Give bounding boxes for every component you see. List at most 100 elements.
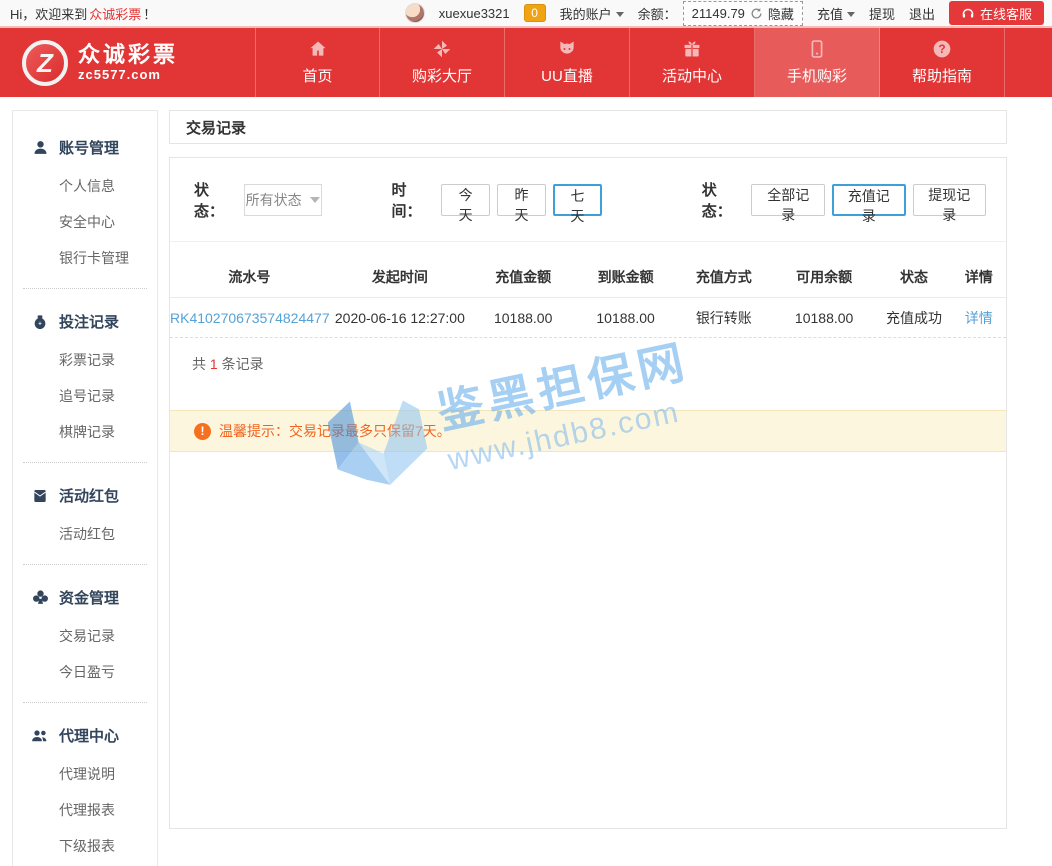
page-title: 交易记录 bbox=[169, 110, 1007, 144]
balance-value: 21149.79 bbox=[692, 6, 745, 21]
cell-serial[interactable]: RK410270673574824477 bbox=[170, 310, 329, 326]
cell-balance: 10188.00 bbox=[772, 310, 877, 326]
sidebar-section-agent-center[interactable]: 代理中心 bbox=[13, 715, 157, 756]
users-icon bbox=[31, 727, 49, 745]
nav-item-mobile-lottery[interactable]: 手机购彩 bbox=[755, 28, 880, 97]
pinwheel-icon bbox=[432, 39, 452, 59]
my-account-label: 我的账户 bbox=[560, 4, 612, 23]
question-icon: ? bbox=[932, 39, 952, 59]
sidebar-item[interactable]: 棋牌记录 bbox=[13, 414, 157, 450]
nav-item-label: UU直播 bbox=[541, 65, 593, 86]
sidebar-section-title: 投注记录 bbox=[59, 311, 119, 332]
nav-item-home[interactable]: 首页 bbox=[255, 28, 380, 97]
records-panel: 状态： 所有状态 时间： 今天昨天七天 状态： 全部记录充值记录提现记录 流水号… bbox=[169, 157, 1007, 829]
warning-icon: ! bbox=[194, 423, 211, 440]
caret-down-icon bbox=[310, 197, 320, 203]
nav-item-activity-center[interactable]: 活动中心 bbox=[630, 28, 755, 97]
sidebar-item[interactable]: 追号记录 bbox=[13, 378, 157, 414]
phone-icon bbox=[807, 39, 827, 59]
time-filter-yesterday[interactable]: 昨天 bbox=[497, 184, 546, 216]
username[interactable]: xuexue3321 bbox=[439, 6, 510, 21]
time-filter-seven-days[interactable]: 七天 bbox=[553, 184, 602, 216]
gift-icon bbox=[682, 39, 702, 59]
online-service-button[interactable]: 在线客服 bbox=[949, 1, 1044, 25]
sidebar-item[interactable]: 银行卡管理 bbox=[13, 240, 157, 276]
nav-item-label: 帮助指南 bbox=[912, 65, 972, 86]
table-header: 流水号发起时间充值金额到账金额充值方式可用余额状态详情 bbox=[170, 256, 1006, 298]
hide-balance-toggle[interactable]: 隐藏 bbox=[768, 4, 794, 23]
recharge-label: 充值 bbox=[817, 4, 843, 23]
cell-detail[interactable]: 详情 bbox=[952, 308, 1006, 328]
nav-item-label: 活动中心 bbox=[662, 65, 722, 86]
sidebar-item[interactable]: 今日盈亏 bbox=[13, 654, 157, 690]
nav-item-uu-live[interactable]: UU直播 bbox=[505, 28, 630, 97]
home-icon bbox=[308, 39, 328, 59]
site-logo[interactable]: Z 众诚彩票 zc5577.com bbox=[0, 28, 255, 97]
table-header-cell: 充值方式 bbox=[676, 267, 772, 287]
greeting-prefix: Hi，欢迎来到 bbox=[10, 4, 87, 23]
topbar: Hi，欢迎来到 众诚彩票 ！ xuexue3321 0 我的账户 余额： 211… bbox=[0, 0, 1052, 28]
divider bbox=[23, 702, 147, 703]
sidebar-item[interactable]: 代理报表 bbox=[13, 792, 157, 828]
sidebar-item[interactable]: 活动红包 bbox=[13, 516, 157, 552]
type-filter-all-records[interactable]: 全部记录 bbox=[751, 184, 825, 216]
logout-link[interactable]: 退出 bbox=[909, 4, 935, 23]
balance-label: 余额： bbox=[638, 4, 677, 23]
nav-item-help-guide[interactable]: ? 帮助指南 bbox=[880, 28, 1005, 97]
table-header-cell: 发起时间 bbox=[329, 267, 471, 287]
club-icon bbox=[31, 589, 49, 606]
summary-prefix: 共 bbox=[192, 356, 210, 372]
main-content: 交易记录 状态： 所有状态 时间： 今天昨天七天 状态： 全部记录充值记录提现记… bbox=[169, 110, 1007, 829]
notice-text: 温馨提示：交易记录最多只保留7天。 bbox=[219, 421, 451, 441]
status-dropdown[interactable]: 所有状态 bbox=[244, 184, 322, 216]
sidebar-section-funds[interactable]: 资金管理 bbox=[13, 577, 157, 618]
nav-item-lottery-hall[interactable]: 购彩大厅 bbox=[380, 28, 505, 97]
cat-icon bbox=[557, 39, 577, 59]
sidebar-item[interactable]: 安全中心 bbox=[13, 204, 157, 240]
avatar[interactable] bbox=[405, 3, 425, 23]
cell-time: 2020-06-16 12:27:00 bbox=[329, 310, 471, 326]
moneybag-icon: + bbox=[31, 314, 49, 330]
type-filter-label: 状态： bbox=[702, 179, 742, 221]
summary-suffix: 条记录 bbox=[218, 356, 264, 372]
sidebar-section-betting-records[interactable]: + 投注记录 bbox=[13, 301, 157, 342]
type-filter-withdraw-records[interactable]: 提现记录 bbox=[913, 184, 987, 216]
sidebar-section-red-packet[interactable]: 活动红包 bbox=[13, 475, 157, 516]
chevron-down-icon bbox=[847, 12, 855, 17]
cell-method: 银行转账 bbox=[676, 308, 772, 328]
sidebar: 账号管理个人信息安全中心银行卡管理+投注记录彩票记录追号记录棋牌记录活动红包活动… bbox=[12, 110, 158, 866]
welcome-message: Hi，欢迎来到 众诚彩票 ！ bbox=[10, 4, 156, 23]
refresh-icon[interactable] bbox=[750, 7, 763, 20]
nav-item-label: 购彩大厅 bbox=[412, 65, 472, 86]
table-header-cell: 状态 bbox=[876, 267, 951, 287]
sidebar-item[interactable]: 代理说明 bbox=[13, 756, 157, 792]
sidebar-item[interactable]: 下级报表 bbox=[13, 828, 157, 864]
time-filter-label: 时间： bbox=[392, 179, 432, 221]
message-count-badge[interactable]: 0 bbox=[524, 4, 546, 22]
filter-bar: 状态： 所有状态 时间： 今天昨天七天 状态： 全部记录充值记录提现记录 bbox=[170, 158, 1006, 242]
nav-item-label: 手机购彩 bbox=[787, 65, 847, 86]
cell-received: 10188.00 bbox=[575, 310, 675, 326]
greeting-suffix: ！ bbox=[143, 4, 156, 23]
time-filter-today[interactable]: 今天 bbox=[441, 184, 490, 216]
recharge-menu[interactable]: 充值 bbox=[817, 4, 855, 23]
sidebar-section-title: 活动红包 bbox=[59, 485, 119, 506]
logo-title: 众诚彩票 bbox=[78, 43, 178, 67]
sidebar-item[interactable]: 交易记录 bbox=[13, 618, 157, 654]
withdraw-link[interactable]: 提现 bbox=[869, 4, 895, 23]
summary-count: 1 bbox=[210, 356, 218, 372]
cell-status: 充值成功 bbox=[876, 308, 951, 328]
my-account-menu[interactable]: 我的账户 bbox=[560, 4, 624, 23]
balance-box[interactable]: 21149.79 隐藏 bbox=[683, 1, 803, 26]
main-nav: Z 众诚彩票 zc5577.com 首页购彩大厅 UU直播 活动中心 手机购彩? 帮助指… bbox=[0, 28, 1052, 97]
table-row: RK4102706735748244772020-06-16 12:27:00 1… bbox=[170, 298, 1006, 338]
sidebar-item[interactable]: 彩票记录 bbox=[13, 342, 157, 378]
sidebar-item[interactable]: 个人信息 bbox=[13, 168, 157, 204]
headset-icon bbox=[961, 6, 975, 20]
notice-banner: ! 温馨提示：交易记录最多只保留7天。 bbox=[170, 410, 1006, 452]
withdraw-label: 提现 bbox=[869, 4, 895, 23]
status-dropdown-value: 所有状态 bbox=[246, 190, 302, 210]
type-filter-recharge-records[interactable]: 充值记录 bbox=[832, 184, 906, 216]
divider bbox=[23, 462, 147, 463]
sidebar-section-account[interactable]: 账号管理 bbox=[13, 127, 157, 168]
